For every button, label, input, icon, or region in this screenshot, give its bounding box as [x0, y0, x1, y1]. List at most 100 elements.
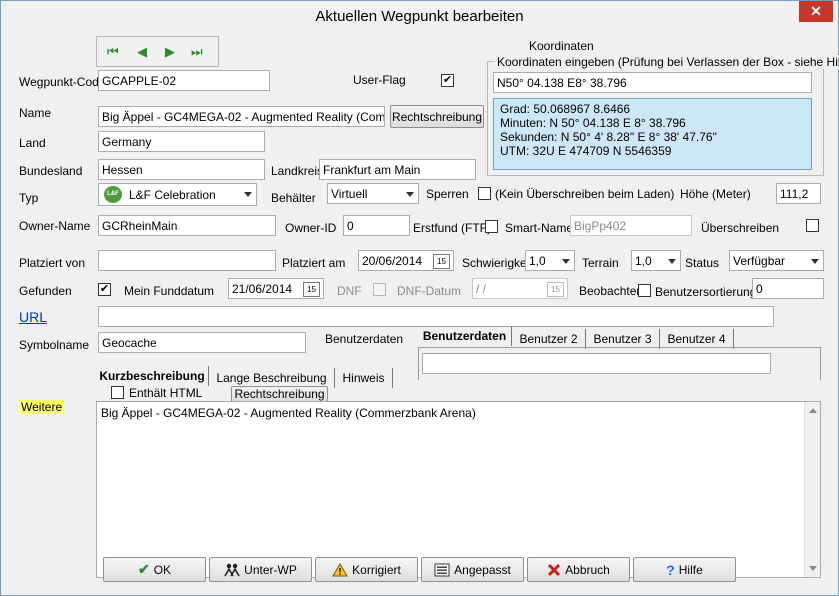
coords-utm: UTM: 32U E 474709 N 5546359: [500, 144, 672, 158]
terrain-combo[interactable]: 1,0: [631, 250, 681, 271]
erstfund-checkbox[interactable]: [485, 220, 498, 233]
symbolname-label: Symbolname: [19, 338, 90, 352]
name-input[interactable]: Big Äppel - GC4MEGA-02 - Augmented Reali…: [98, 106, 385, 127]
ok-button[interactable]: ✔ OK: [103, 557, 206, 582]
tab-benutzerdaten[interactable]: Benutzerdaten: [418, 326, 512, 346]
tab-benutzer-2[interactable]: Benutzer 2: [512, 329, 586, 349]
hoehe-input[interactable]: 111,2: [776, 183, 821, 204]
platziert-am-value: 20/06/2014: [362, 254, 423, 268]
unter-wp-button-label: Unter-WP: [244, 562, 297, 577]
name-label: Name: [19, 106, 52, 120]
korrigiert-button[interactable]: Korrigiert: [315, 557, 418, 582]
scroll-down-icon[interactable]: [809, 566, 817, 571]
beobachten-label: Beobachten: [579, 284, 644, 298]
wegpunkt-code-input[interactable]: GCAPPLE-02: [98, 70, 270, 91]
dnf-checkbox[interactable]: [373, 283, 386, 296]
angepasst-button[interactable]: Angepasst: [421, 557, 524, 582]
hilfe-button[interactable]: ? Hilfe: [633, 557, 736, 582]
calendar-icon[interactable]: 15: [303, 282, 320, 297]
abbruch-button-label: Abbruch: [565, 562, 610, 577]
scroll-up-icon[interactable]: [809, 408, 817, 413]
bundesland-input[interactable]: Hessen: [98, 159, 265, 180]
list-icon: [434, 563, 450, 576]
koordinaten-input[interactable]: N50° 04.138 E8° 38.796: [493, 72, 812, 93]
tab-hinweis[interactable]: Hinweis: [335, 368, 393, 388]
first-record-icon[interactable]: ⏮: [107, 44, 119, 60]
chevron-down-icon: [668, 259, 676, 264]
weitere-label: Weitere: [19, 400, 65, 414]
tab-benutzer-4[interactable]: Benutzer 4: [660, 329, 734, 349]
status-label: Status: [685, 256, 720, 270]
schwierigkeit-value: 1,0: [529, 254, 546, 268]
previous-record-icon[interactable]: ◀: [137, 44, 147, 60]
lf-celebration-icon: L&F: [104, 186, 122, 203]
owner-name-label: Owner-Name: [19, 219, 91, 233]
next-record-icon[interactable]: ▶: [165, 44, 175, 60]
mein-funddatum-label: Mein Funddatum: [124, 284, 215, 298]
tab-lange-beschreibung[interactable]: Lange Beschreibung: [209, 368, 335, 388]
schwierigkeit-combo[interactable]: 1,0: [525, 250, 575, 271]
smart-name-input[interactable]: BigPp402: [570, 215, 692, 236]
calendar-icon[interactable]: 15: [547, 282, 564, 297]
landkreis-label: Landkreis: [271, 164, 324, 178]
close-button[interactable]: ✕: [799, 1, 833, 22]
user-flag-checkbox[interactable]: ✔: [441, 74, 454, 87]
benutzerdaten-label: Benutzerdaten: [325, 332, 404, 346]
last-record-icon[interactable]: ⏭: [191, 44, 203, 60]
behaelter-combo[interactable]: Virtuell: [327, 183, 419, 204]
dnf-datum-value: / /: [476, 282, 487, 296]
platziert-am-date[interactable]: 20/06/2014 15: [358, 250, 454, 271]
typ-combo[interactable]: L&F L&F Celebration: [98, 183, 257, 206]
benutzersortierung-label: Benutzersortierung: [655, 285, 757, 299]
benutzerdaten-input[interactable]: [422, 353, 771, 374]
schwierigkeit-label: Schwierigkeit: [462, 256, 533, 270]
status-combo[interactable]: Verfügbar: [729, 250, 824, 271]
wegpunkt-code-label: Wegpunkt-Code: [19, 75, 106, 89]
tab-kurzbeschreibung[interactable]: Kurzbeschreibung: [96, 366, 209, 386]
benutzersortierung-input[interactable]: 0: [752, 278, 824, 299]
sperren-label: Sperren: [426, 187, 469, 201]
angepasst-button-label: Angepasst: [454, 562, 511, 577]
ok-button-label: OK: [153, 562, 172, 577]
rechtschreibung-button[interactable]: Rechtschreibung: [390, 105, 484, 128]
navigation-bar: ⏮ ◀ ▶ ⏭: [96, 36, 219, 67]
beobachten-checkbox[interactable]: [638, 284, 651, 297]
korrigiert-button-label: Korrigiert: [352, 562, 401, 577]
chevron-down-icon: [406, 192, 414, 197]
description-textarea[interactable]: Big Äppel - GC4MEGA-02 - Augmented Reali…: [96, 401, 821, 578]
coords-minuten: Minuten: N 50° 04.138 E 8° 38.796: [500, 116, 686, 130]
gefunden-checkbox[interactable]: ✔: [98, 283, 111, 296]
sperren-checkbox[interactable]: [478, 187, 491, 200]
platziert-von-input[interactable]: [98, 250, 276, 271]
url-link[interactable]: URL: [19, 309, 47, 325]
tab-benutzer-3[interactable]: Benutzer 3: [586, 329, 660, 349]
enthaelt-html-checkbox[interactable]: [111, 386, 124, 399]
hilfe-button-label: Hilfe: [678, 562, 703, 577]
calendar-icon[interactable]: 15: [433, 254, 450, 269]
smart-name-label: Smart-Name: [505, 221, 574, 235]
koordinaten-group-label: Koordinaten eingeben (Prüfung bei Verlas…: [495, 55, 839, 69]
chevron-down-icon: [244, 192, 252, 197]
window-title: Aktuellen Wegpunkt bearbeiten: [315, 8, 524, 25]
abbruch-button[interactable]: Abbruch: [527, 557, 630, 582]
coords-grad: Grad: 50.068967 8.6466: [500, 102, 631, 116]
url-input[interactable]: [98, 306, 774, 327]
description-text: Big Äppel - GC4MEGA-02 - Augmented Reali…: [101, 406, 476, 420]
unter-wp-button[interactable]: Unter-WP: [209, 557, 312, 582]
land-input[interactable]: Germany: [98, 131, 265, 152]
dnf-datum-date[interactable]: / / 15: [472, 278, 568, 299]
owner-id-input[interactable]: 0: [343, 215, 410, 236]
ueberschreiben-checkbox[interactable]: [806, 219, 819, 232]
mein-funddatum-value: 21/06/2014: [232, 282, 293, 296]
title-bar[interactable]: Aktuellen Wegpunkt bearbeiten ✕: [1, 1, 838, 32]
chevron-down-icon: [562, 259, 570, 264]
behaelter-label: Behälter: [271, 191, 316, 205]
description-scrollbar[interactable]: [804, 402, 820, 577]
checkmark-icon: ✔: [137, 561, 150, 577]
symbolname-input[interactable]: Geocache: [98, 332, 306, 353]
mein-funddatum-date[interactable]: 21/06/2014 15: [228, 278, 324, 299]
landkreis-input[interactable]: Frankfurt am Main: [319, 159, 476, 180]
owner-name-input[interactable]: GCRheinMain: [98, 215, 276, 236]
beschreibung-rechtschreibung-button[interactable]: Rechtschreibung: [231, 386, 328, 402]
enthaelt-html-label: Enthält HTML: [129, 386, 203, 400]
